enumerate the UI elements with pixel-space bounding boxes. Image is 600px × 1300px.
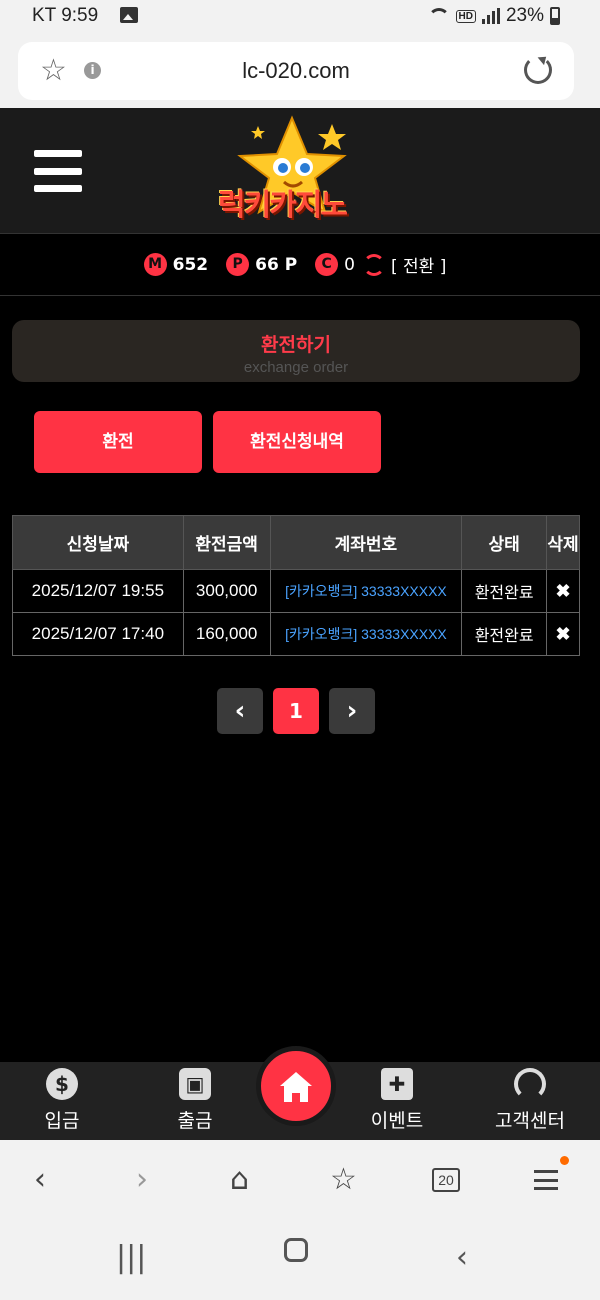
battery-icon (550, 7, 560, 25)
col-status: 상태 (461, 515, 548, 570)
forward-icon[interactable]: › (136, 1162, 148, 1198)
delete-icon[interactable]: ✖ (546, 569, 580, 613)
col-amount: 환전금액 (182, 515, 271, 570)
system-back-icon[interactable]: ‹ (456, 1240, 468, 1275)
row-status: 환전완료 (461, 569, 548, 613)
address-bar[interactable]: ☆ i lc-020.com (18, 42, 574, 100)
gallery-icon (120, 7, 138, 23)
row-date: 2025/12/07 17:40 (12, 612, 184, 656)
row-amount: 160,000 (182, 612, 271, 656)
system-home-icon[interactable] (284, 1238, 308, 1262)
battery-percent: 23% (505, 5, 544, 26)
browser-menu-icon[interactable] (534, 1170, 558, 1190)
point-value: 66 P (255, 254, 298, 275)
table-row: 2025/12/07 19:55 300,000 [카카오뱅크] 33333XX… (12, 569, 580, 613)
wifi-icon (427, 8, 450, 24)
gift-icon: ✚ (381, 1068, 413, 1100)
refresh-icon[interactable] (363, 253, 385, 276)
exchange-tab-button[interactable]: 환전 (34, 411, 202, 473)
tabs-count-icon[interactable]: 20 (432, 1168, 460, 1192)
point-balance: P 66 P (226, 253, 297, 276)
exchange-history-table: 신청날짜 환전금액 계좌번호 상태 삭제 2025/12/07 19:55 30… (12, 515, 580, 656)
browser-bottom-bar: ‹ › ⌂ ☆ 20 (0, 1140, 600, 1220)
system-nav-bar: ||| ‹ (0, 1220, 600, 1300)
signal-icon (481, 8, 500, 24)
col-delete: 삭제 (546, 515, 580, 570)
next-page-button[interactable]: › (329, 688, 375, 734)
page-subtitle: exchange order (243, 359, 349, 376)
row-amount: 300,000 (182, 569, 271, 613)
row-account: [카카오뱅크] 33333XXXXX (269, 612, 463, 656)
site-header: 럭키카지노 (0, 108, 600, 234)
bookmarks-icon[interactable]: ☆ (330, 1162, 357, 1198)
col-date: 신청날짜 (12, 515, 184, 570)
money-badge-icon: M (143, 253, 167, 276)
browser-toolbar: ☆ i lc-020.com (0, 32, 600, 108)
deposit-label: 입금 (44, 1110, 80, 1132)
table-row: 2025/12/07 17:40 160,000 [카카오뱅크] 33333XX… (12, 612, 580, 656)
notification-dot (560, 1156, 569, 1165)
recent-apps-icon[interactable]: ||| (116, 1240, 146, 1275)
prev-page-button[interactable]: ‹ (217, 688, 263, 734)
atm-icon: ▣ (179, 1068, 211, 1100)
page-title: 환전하기 (261, 334, 331, 356)
table-header-row: 신청날짜 환전금액 계좌번호 상태 삭제 (12, 515, 580, 570)
headset-icon (514, 1068, 546, 1100)
row-account: [카카오뱅크] 33333XXXXX (269, 569, 463, 613)
support-label: 고객센터 (495, 1110, 565, 1132)
col-account: 계좌번호 (269, 515, 463, 570)
casino-badge-icon: C (315, 253, 339, 276)
casino-value: 0 (344, 254, 355, 275)
event-nav-item[interactable]: ✚ 이벤트 (347, 1068, 447, 1133)
home-button[interactable] (256, 1046, 336, 1126)
page-title-box: 환전하기 exchange order (12, 320, 580, 382)
home-icon (280, 1072, 312, 1102)
status-icons: HD 23% (427, 5, 560, 27)
row-date: 2025/12/07 19:55 (12, 569, 184, 613)
site-logo[interactable]: 럭키카지노 (212, 112, 382, 230)
browser-home-icon[interactable]: ⌂ (230, 1162, 249, 1198)
status-bar: KT 9:59 HD 23% (0, 0, 600, 32)
money-balance: M 652 (143, 253, 209, 276)
withdraw-nav-item[interactable]: ▣ 출금 (145, 1068, 245, 1133)
withdraw-label: 출금 (177, 1110, 213, 1132)
history-tab-button[interactable]: 환전신청내역 (213, 411, 381, 473)
row-status: 환전완료 (461, 612, 548, 656)
point-badge-icon: P (226, 253, 250, 276)
balance-bar: M 652 P 66 P C 0 [ 전환 ] (0, 234, 600, 296)
money-value: 652 (172, 254, 209, 275)
back-icon[interactable]: ‹ (34, 1162, 46, 1198)
event-label: 이벤트 (370, 1110, 424, 1132)
url-text[interactable]: lc-020.com (18, 58, 574, 84)
delete-icon[interactable]: ✖ (546, 612, 580, 656)
logo-text: 럭키카지노 (218, 188, 348, 223)
support-nav-item[interactable]: 고객센터 (480, 1068, 580, 1133)
casino-balance: C 0 [ 전환 ] (315, 252, 446, 277)
carrier-time: KT 9:59 (32, 5, 99, 26)
money-bag-icon: $ (46, 1068, 78, 1100)
reload-icon[interactable] (524, 56, 552, 84)
current-page-button[interactable]: 1 (273, 688, 319, 734)
deposit-nav-item[interactable]: $ 입금 (12, 1068, 112, 1133)
hamburger-menu-icon[interactable] (34, 150, 82, 192)
switch-button[interactable]: [ 전환 ] (391, 252, 446, 277)
hd-icon: HD (455, 9, 476, 23)
